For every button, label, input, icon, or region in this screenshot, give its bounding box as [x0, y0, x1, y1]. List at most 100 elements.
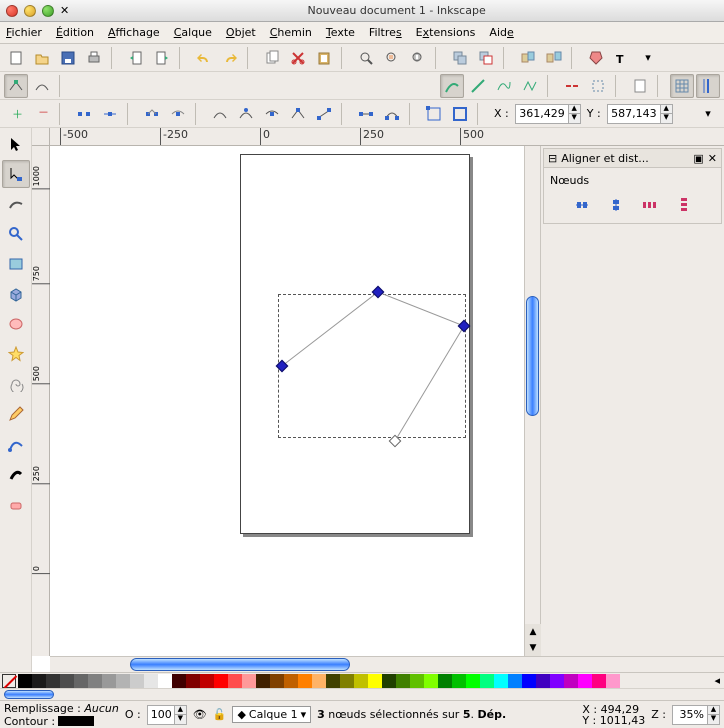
- color-swatch[interactable]: [382, 674, 396, 688]
- color-swatch[interactable]: [438, 674, 452, 688]
- tweak-tool[interactable]: [2, 190, 30, 218]
- import-button[interactable]: [124, 46, 148, 70]
- color-swatch[interactable]: [340, 674, 354, 688]
- join-node-button[interactable]: [98, 102, 122, 126]
- color-swatch[interactable]: [256, 674, 270, 688]
- color-swatch[interactable]: [354, 674, 368, 688]
- menu-path[interactable]: Chemin: [270, 26, 312, 39]
- opacity-input[interactable]: ▲▼: [147, 705, 187, 725]
- menu-text[interactable]: Texte: [326, 26, 355, 39]
- visibility-toggle-icon[interactable]: 👁: [193, 708, 207, 721]
- scroll-down-arrow[interactable]: ▼: [525, 640, 541, 656]
- color-swatch[interactable]: [18, 674, 32, 688]
- segment-curve-button[interactable]: [234, 102, 258, 126]
- menu-edit[interactable]: Édition: [56, 26, 94, 39]
- color-swatch[interactable]: [32, 674, 46, 688]
- color-swatch[interactable]: [508, 674, 522, 688]
- toolbar-overflow-button[interactable]: ▾: [696, 102, 720, 126]
- color-swatch[interactable]: [452, 674, 466, 688]
- panel-close-button[interactable]: ✕: [708, 152, 717, 165]
- color-swatch[interactable]: [606, 674, 620, 688]
- color-swatch[interactable]: [88, 674, 102, 688]
- lock-toggle-icon[interactable]: 🔓: [213, 708, 227, 721]
- node-type-smooth-button[interactable]: [166, 102, 190, 126]
- paste-button[interactable]: [312, 46, 336, 70]
- color-swatch[interactable]: [144, 674, 158, 688]
- node-tool[interactable]: [2, 160, 30, 188]
- node-auto-button[interactable]: [286, 102, 310, 126]
- node-line-to-curve-button[interactable]: [380, 102, 404, 126]
- star-tool[interactable]: [2, 340, 30, 368]
- menu-extensions[interactable]: Extensions: [416, 26, 476, 39]
- calligraphy-tool[interactable]: [2, 460, 30, 488]
- object-to-path-button[interactable]: [422, 102, 446, 126]
- color-swatch[interactable]: [424, 674, 438, 688]
- new-document-button[interactable]: [4, 46, 28, 70]
- window-close-button[interactable]: [6, 5, 18, 17]
- scroll-up-arrow[interactable]: ▲: [525, 624, 541, 640]
- scrollbar-thumb[interactable]: [526, 296, 539, 416]
- color-swatch[interactable]: [312, 674, 326, 688]
- color-swatch[interactable]: [396, 674, 410, 688]
- color-swatch[interactable]: [74, 674, 88, 688]
- rectangle-tool[interactable]: [2, 250, 30, 278]
- zoom-page-button[interactable]: [406, 46, 430, 70]
- color-swatch[interactable]: [116, 674, 130, 688]
- menu-view[interactable]: Affichage: [108, 26, 160, 39]
- color-swatch[interactable]: [494, 674, 508, 688]
- panel-undock-button[interactable]: ▣: [693, 152, 703, 165]
- color-swatch[interactable]: [410, 674, 424, 688]
- color-swatch[interactable]: [466, 674, 480, 688]
- redo-button[interactable]: [218, 46, 242, 70]
- break-path-button[interactable]: [560, 74, 584, 98]
- pencil-tool[interactable]: [2, 400, 30, 428]
- layer-selector[interactable]: ◆Calque 1 ▾: [232, 706, 311, 723]
- node-symmetric-button[interactable]: [260, 102, 284, 126]
- join-nodes-smooth-button[interactable]: [30, 74, 54, 98]
- show-guides-button[interactable]: [696, 74, 720, 98]
- no-fill-swatch[interactable]: [2, 674, 16, 688]
- export-button[interactable]: [150, 46, 174, 70]
- vertical-scrollbar[interactable]: ▲ ▼: [524, 146, 540, 656]
- color-swatch[interactable]: [46, 674, 60, 688]
- vertical-ruler[interactable]: 1000 750 500 250 0: [32, 146, 50, 656]
- break-node-button[interactable]: [72, 102, 96, 126]
- menu-file[interactable]: Fichier: [6, 26, 42, 39]
- bezier-mode-spiro-button[interactable]: [440, 74, 464, 98]
- drawn-path[interactable]: [50, 146, 524, 646]
- delete-node-button[interactable]: －: [30, 102, 54, 126]
- node-type-cusp-button[interactable]: [140, 102, 164, 126]
- color-swatch[interactable]: [214, 674, 228, 688]
- selector-tool[interactable]: [2, 130, 30, 158]
- ellipse-tool[interactable]: [2, 310, 30, 338]
- ungroup-button[interactable]: [542, 46, 566, 70]
- color-swatch[interactable]: [228, 674, 242, 688]
- open-button[interactable]: [30, 46, 54, 70]
- color-swatch[interactable]: [326, 674, 340, 688]
- insert-node-button[interactable]: ＋: [4, 102, 28, 126]
- color-swatch[interactable]: [592, 674, 606, 688]
- unlink-clone-button[interactable]: [474, 46, 498, 70]
- palette-scrollbar[interactable]: [0, 688, 724, 700]
- color-swatch[interactable]: [536, 674, 550, 688]
- color-swatch[interactable]: [102, 674, 116, 688]
- segment-line-button[interactable]: [208, 102, 232, 126]
- join-path-button[interactable]: [586, 74, 610, 98]
- node-curve-to-line-button[interactable]: [354, 102, 378, 126]
- menu-object[interactable]: Objet: [226, 26, 256, 39]
- distribute-nodes-v-button[interactable]: [672, 193, 696, 217]
- undo-button[interactable]: [192, 46, 216, 70]
- color-swatch[interactable]: [270, 674, 284, 688]
- scrollbar-thumb[interactable]: [130, 658, 350, 671]
- bezier-tool[interactable]: [2, 430, 30, 458]
- bezier-mode-sequence-button[interactable]: [518, 74, 542, 98]
- window-zoom-button[interactable]: [42, 5, 54, 17]
- menu-layer[interactable]: Calque: [174, 26, 212, 39]
- save-button[interactable]: [56, 46, 80, 70]
- color-swatch[interactable]: [550, 674, 564, 688]
- color-swatch[interactable]: [60, 674, 74, 688]
- distribute-nodes-h-button[interactable]: [638, 193, 662, 217]
- y-coord-input[interactable]: ▲▼: [607, 104, 673, 124]
- group-button[interactable]: [516, 46, 540, 70]
- horizontal-scrollbar[interactable]: [50, 656, 724, 672]
